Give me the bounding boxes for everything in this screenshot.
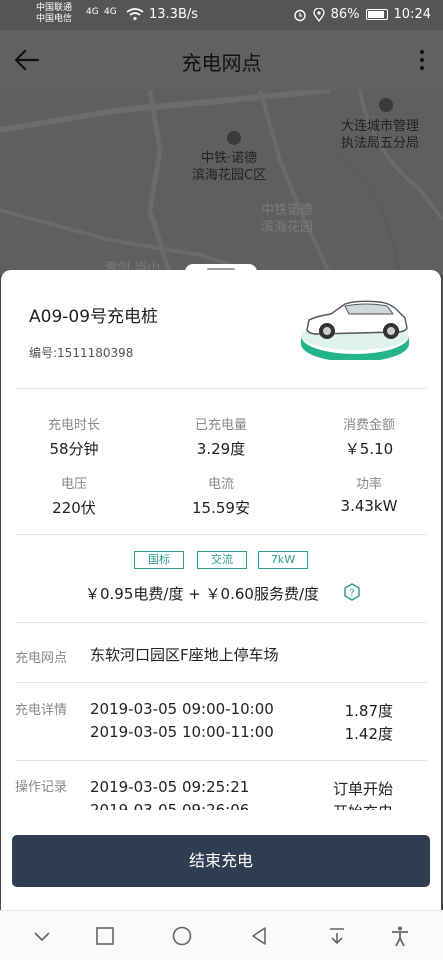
- stat-label: 消费金额: [342, 418, 395, 433]
- stat-value: 58分钟: [49, 440, 99, 458]
- stat-power: 功率 3.43kW: [304, 473, 434, 515]
- map-label-1-line2: 执法局五分局: [341, 136, 420, 151]
- detail-period-2: 2019-03-05 10:00-11:00: [90, 723, 274, 741]
- map-label-3-line2: 滨海花园: [261, 220, 314, 235]
- record-event-1: 订单开始: [332, 780, 393, 798]
- map-label-1-line1: 大连城市管理: [341, 119, 420, 134]
- stat-label: 电压: [60, 477, 87, 492]
- detail-period-1: 2019-03-05 09:00-10:00: [90, 700, 274, 718]
- stat-label: 电流: [207, 477, 234, 492]
- map-label-3-line1: 中铁诺德: [261, 203, 314, 218]
- battery-icon: [365, 9, 388, 20]
- map-label-2: 中铁·诺德 滨海花园C区: [192, 150, 266, 184]
- map-view[interactable]: 大连城市管理 执法局五分局 中铁·诺德 滨海花园C区 中铁诺德 滨海花园 海剑 …: [0, 90, 443, 275]
- stat-value: ￥5.10: [344, 440, 394, 458]
- carrier-info: 中国联通 中国电信: [36, 3, 72, 25]
- notification-pulldown-icon[interactable]: [326, 925, 348, 947]
- car-icon: [301, 300, 409, 360]
- help-question-icon[interactable]: ?: [343, 583, 361, 601]
- divider: [15, 534, 427, 535]
- divider: [15, 760, 427, 761]
- poi-marker-icon[interactable]: [227, 131, 241, 145]
- network-2: 4G: [104, 7, 117, 17]
- detail-amount-1: 1.87度: [344, 702, 393, 720]
- poi-marker-icon[interactable]: [379, 98, 393, 112]
- record-time-1: 2019-03-05 09:25:21: [90, 778, 250, 796]
- pile-name: A09-09号充电桩: [29, 307, 159, 327]
- system-nav-bar: [0, 910, 443, 960]
- divider: [15, 388, 427, 389]
- stat-cost: 消费金额 ￥5.10: [304, 414, 434, 459]
- accessibility-icon[interactable]: [389, 925, 411, 947]
- stat-value: 3.43kW: [340, 497, 398, 515]
- carrier-2: 中国电信: [36, 14, 73, 24]
- home-icon[interactable]: [171, 925, 193, 947]
- detail-amount-2: 1.42度: [344, 725, 393, 743]
- stat-current: 电流 15.59安: [156, 473, 286, 518]
- location-icon: [312, 7, 325, 22]
- price-info: ￥0.95电费/度 + ￥0.60服务费/度: [85, 585, 320, 603]
- map-label-3: 中铁诺德 滨海花园: [261, 202, 313, 236]
- chevron-down-icon[interactable]: [31, 925, 53, 947]
- stat-label: 已充电量: [194, 418, 247, 433]
- status-bar: 中国联通 中国电信 4G 4G 13.3B/s 86% 10:24: [0, 0, 443, 30]
- map-label-2-line2: 滨海花园C区: [192, 168, 267, 183]
- recent-apps-icon[interactable]: [94, 925, 116, 947]
- back-triangle-icon[interactable]: [248, 925, 270, 947]
- stat-value: 220伏: [52, 499, 96, 517]
- more-vertical-icon[interactable]: [419, 50, 425, 70]
- stat-label: 功率: [355, 477, 382, 492]
- app-header: 充电网点: [0, 30, 443, 90]
- stat-energy: 已充电量 3.29度: [156, 414, 286, 459]
- tag-ac: 交流: [197, 551, 247, 569]
- records-label: 操作记录: [15, 780, 68, 795]
- station-value: 东软河口园区F座地上停车场: [90, 646, 279, 664]
- clock: 10:24: [393, 7, 431, 22]
- tag-standard: 国标: [134, 551, 184, 569]
- stat-value: 3.29度: [196, 440, 246, 458]
- stat-duration: 充电时长 58分钟: [9, 414, 139, 459]
- stat-value: 15.59安: [192, 499, 250, 517]
- pile-code: 编号:1511180398: [29, 346, 134, 360]
- stat-voltage: 电压 220伏: [9, 473, 139, 518]
- map-label-2-line1: 中铁·诺德: [200, 151, 258, 166]
- map-label-1: 大连城市管理 执法局五分局: [341, 118, 419, 152]
- station-label: 充电网点: [15, 651, 68, 666]
- page-title: 充电网点: [181, 51, 262, 75]
- end-charging-button[interactable]: 结束充电: [12, 835, 430, 887]
- battery-percent: 86%: [330, 7, 360, 22]
- network-speed: 13.3B/s: [149, 7, 199, 22]
- svg-text:?: ?: [349, 588, 354, 599]
- divider: [15, 682, 427, 683]
- divider: [15, 622, 427, 623]
- details-label: 充电详情: [15, 703, 68, 718]
- wifi-icon: [126, 8, 144, 21]
- stat-label: 充电时长: [47, 418, 100, 433]
- status-right: 86% 10:24: [293, 7, 431, 22]
- carrier-1: 中国联通: [36, 3, 73, 13]
- network-1: 4G: [86, 7, 99, 17]
- alarm-icon: [293, 9, 306, 21]
- tag-power: 7kW: [258, 551, 308, 569]
